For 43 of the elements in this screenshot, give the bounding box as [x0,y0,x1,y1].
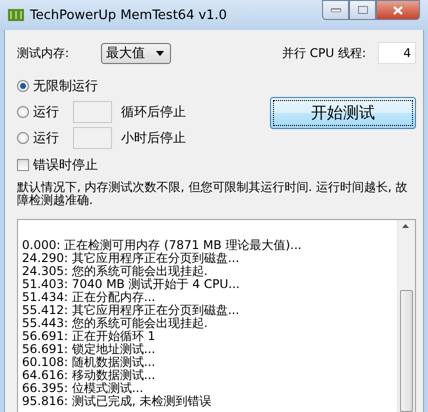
memory-label: 测试内存: [17,44,70,62]
log-line: 66.395: 位模式测试... [22,382,144,395]
maximize-icon [358,6,368,14]
maximize-button[interactable] [349,0,376,20]
window-title: TechPowerUp MemTest64 v1.0 [30,8,227,22]
run-mode-label: 无限制运行 [33,78,98,94]
minimize-button[interactable] [322,0,349,20]
input-field[interactable] [73,126,112,148]
run-mode-suffix: 小时后停止 [121,130,186,146]
log-line: 55.412: 其它应用程序正在分页到磁盘... [22,304,240,317]
scroll-up-icon [402,224,409,228]
log-line: 51.403: 7040 MB 测试开始于 4 CPU... [22,278,241,291]
caret-icon [156,50,164,56]
log-line: 95.816: 测试已完成, 未检测到错误 [22,395,212,408]
run-mode-label: 运行 [33,130,59,146]
log-line: 64.616: 移动数据测试... [22,369,156,382]
log-line: 55.443: 您的系统可能会出现挂起. [22,317,209,330]
radio-button[interactable] [17,132,29,144]
stop-on-error-label: 错误时停止 [33,157,98,174]
stop-on-error-checkbox[interactable] [17,159,29,171]
input-field[interactable] [73,100,112,122]
memory-dropdown[interactable]: 最大值 [101,42,172,64]
log-line: 0.000: 正在检测可用内存 (7871 MB 理论最大值)... [22,239,303,252]
threads-label: 并行 CPU 线程: [282,44,366,62]
app-icon [8,9,24,21]
minimize-icon [330,8,340,12]
log-line: 56.691: 锁定地址测试... [22,343,156,356]
run-mode-suffix: 循环后停止 [121,104,186,120]
radio-button[interactable] [17,106,29,118]
radio-button[interactable] [17,80,29,92]
run-mode-label: 运行 [33,104,59,120]
description-text: 默认情况下, 内存测试次数不限, 但您可限制其运行时间. 运行时间越长, 故障检测越准确. [17,181,409,207]
log-line: 56.691: 正在开始循环 1 [22,330,156,343]
log-line: 60.108: 随机数据测试... [22,356,156,369]
close-button[interactable] [376,0,420,20]
log-line: 51.434: 正在分配内存... [22,291,156,304]
scrollbar-thumb[interactable] [400,290,413,412]
scrollbar[interactable] [397,220,415,412]
log-line: 24.290: 其它应用程序正在分页到磁盘... [22,252,240,265]
log-line: 24.305: 您的系统可能会出现挂起. [22,265,209,278]
threads-field[interactable]: 4 [378,42,416,64]
close-icon [393,6,403,14]
start-test-button[interactable]: 开始测试 [270,97,416,129]
